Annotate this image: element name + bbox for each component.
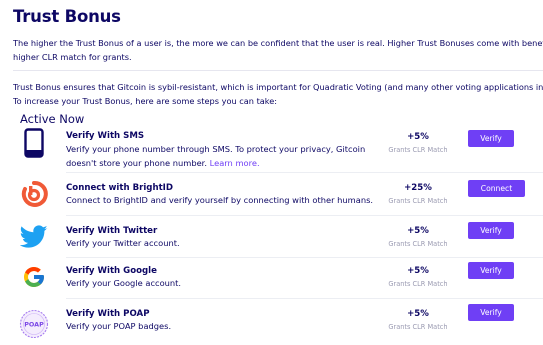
verify-poap-button[interactable]: Verify: [468, 304, 514, 321]
twitter-bird-icon: [20, 224, 48, 250]
match-label: Grants CLR Match: [388, 323, 448, 331]
google-g-icon: [22, 265, 46, 289]
intro-paragraph: The higher the Trust Bonus of a user is,…: [13, 36, 543, 64]
intro-line: higher CLR match for grants.: [13, 52, 132, 63]
row-description: Verify your Google account.: [66, 278, 182, 288]
match-label: Grants CLR Match: [388, 197, 448, 205]
row-divider: [66, 298, 543, 299]
learn-more-link[interactable]: Learn more.: [210, 158, 260, 168]
row-title: Verify With SMS: [66, 131, 145, 141]
row-description: Verify your phone number through SMS. To…: [66, 144, 366, 168]
connect-brightid-button[interactable]: Connect: [468, 180, 525, 197]
bonus-percent: +5%: [407, 132, 429, 142]
svg-text:POAP: POAP: [24, 321, 44, 329]
bonus-percent: +5%: [407, 226, 429, 236]
page-title: Trust Bonus: [13, 7, 121, 26]
intro-line: To increase your Trust Bonus, here are s…: [13, 96, 278, 107]
row-divider: [66, 257, 543, 258]
row-description: Verify your POAP badges.: [66, 321, 172, 331]
intro-line: Trust Bonus ensures that Gitcoin is sybi…: [13, 82, 543, 92]
trust-bonus-page: Trust Bonus The higher the Trust Bonus o…: [0, 0, 543, 345]
match-label: Grants CLR Match: [388, 240, 448, 248]
match-label: Grants CLR Match: [388, 146, 448, 154]
bonus-percent: +25%: [404, 183, 432, 193]
match-label: Grants CLR Match: [388, 280, 448, 288]
bonus-percent: +5%: [407, 309, 429, 319]
row-title: Verify With POAP: [66, 309, 150, 319]
phone-icon: [24, 128, 44, 158]
verify-google-button[interactable]: Verify: [468, 262, 514, 279]
row-title: Verify With Google: [66, 266, 157, 276]
row-divider: [66, 172, 543, 173]
active-now-heading: Active Now: [20, 112, 85, 126]
intro-line: The higher the Trust Bonus of a user is,…: [13, 38, 543, 48]
sybil-paragraph: Trust Bonus ensures that Gitcoin is sybi…: [13, 80, 543, 108]
bonus-percent: +5%: [407, 266, 429, 276]
section-divider: [13, 70, 543, 71]
row-description: Verify your Twitter account.: [66, 238, 180, 248]
verify-sms-button[interactable]: Verify: [468, 130, 514, 147]
row-title: Verify With Twitter: [66, 226, 158, 236]
row-divider: [66, 215, 543, 216]
brightid-icon: [20, 180, 48, 208]
row-title: Connect with BrightID: [66, 183, 174, 193]
poap-badge-icon: POAP: [19, 309, 49, 339]
row-description: Connect to BrightID and verify yourself …: [66, 195, 374, 205]
verify-twitter-button[interactable]: Verify: [468, 222, 514, 239]
